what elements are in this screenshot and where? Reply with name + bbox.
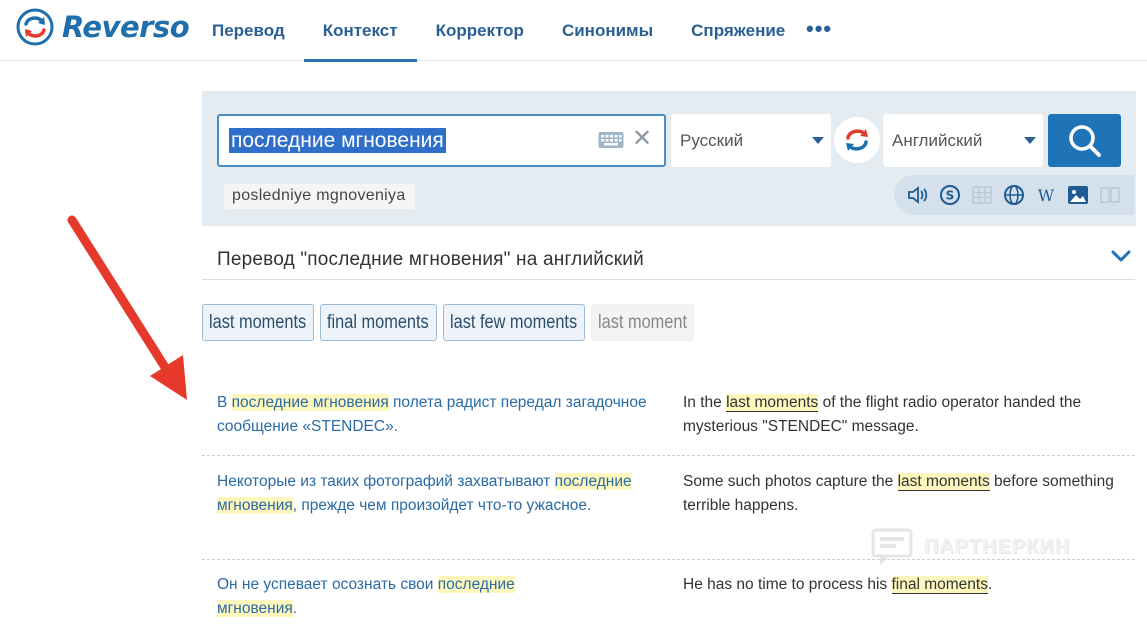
target-language-label: Английский [892,130,983,150]
nav-item-synonyms[interactable]: Синонимы [543,0,672,61]
nav-more-button[interactable]: ••• [806,16,832,42]
example-separator [202,455,1135,456]
target-highlight[interactable]: final moments [891,576,988,594]
speaker-icon[interactable] [906,183,930,207]
search-icon [1068,124,1101,157]
source-highlight: последние мгновения [231,394,389,411]
example-source: Он не успевает осознать свои последние м… [217,576,515,617]
red-arrow-icon [67,215,187,400]
transliteration: posledniye mgnoveniya [224,184,415,209]
skype-icon[interactable]: S [938,183,962,207]
nav-item-translation[interactable]: Перевод [193,0,304,61]
search-button[interactable] [1048,114,1121,167]
logo[interactable]: Reverso [16,8,190,46]
translation-chip[interactable]: last few moments [443,304,585,341]
example-row: В последние мгновения полета радист пере… [202,391,1135,456]
example-target: Some such photos capture the last moment… [683,473,1114,514]
translation-chip[interactable]: final moments [320,304,437,341]
logo-icon [16,8,54,46]
nav-item-conjugation[interactable]: Спряжение [672,0,804,61]
source-language-select[interactable]: Русский [671,114,831,167]
example-source: Некоторые из таких фотографий захватываю… [217,473,632,514]
top-header: Reverso Перевод Контекст Корректор Синон… [0,0,1147,62]
svg-text:S: S [946,189,955,203]
example-source: В последние мгновения полета радист пере… [217,394,647,435]
divider [202,279,1135,280]
nav-item-grammar-checker[interactable]: Корректор [417,0,543,61]
globe-icon[interactable] [1002,183,1026,207]
keyboard-icon[interactable] [598,129,624,151]
swap-icon [846,129,868,151]
source-language-label: Русский [680,130,744,150]
example-row: Он не успевает осознать свои последние м… [202,573,1135,625]
watermark-text: ПАРТНЕРКИН [924,535,1071,558]
target-highlight[interactable]: last moments [726,394,819,412]
chevron-down-icon [1024,137,1036,144]
watermark: ПАРТНЕРКИН [870,527,1070,567]
swap-languages-button[interactable] [834,117,880,163]
svg-text:W: W [1038,186,1055,205]
book-icon[interactable] [1098,183,1122,207]
main-nav: Перевод Контекст Корректор Синонимы Спря… [193,0,804,62]
translation-heading: Перевод "последние мгновения" на английс… [217,249,644,270]
target-language-select[interactable]: Английский [883,114,1043,167]
wikipedia-icon[interactable]: W [1034,183,1058,207]
grid-icon[interactable] [970,183,994,207]
example-target: He has no time to process his final mome… [683,576,993,594]
example-target: In the last moments of the flight radio … [683,394,1082,435]
translation-chips: last moments final moments last few mome… [202,304,700,341]
logo-text: Reverso [62,10,190,44]
watermark-logo-icon [871,528,913,565]
search-input[interactable]: последние мгновения ✕ [217,114,666,167]
search-query-text[interactable]: последние мгновения [229,128,446,153]
chevron-down-icon[interactable] [1110,246,1132,266]
translation-chip[interactable]: last moment [591,304,694,341]
translation-chip[interactable]: last moments [202,304,314,341]
target-highlight[interactable]: last moments [897,473,990,491]
nav-item-context[interactable]: Контекст [303,0,417,62]
chevron-down-icon [812,137,824,144]
search-panel: последние мгновения ✕ Русский Английский [202,91,1136,226]
image-icon[interactable] [1066,183,1090,207]
clear-icon[interactable]: ✕ [632,127,652,151]
tools-bar: S W [894,175,1134,215]
